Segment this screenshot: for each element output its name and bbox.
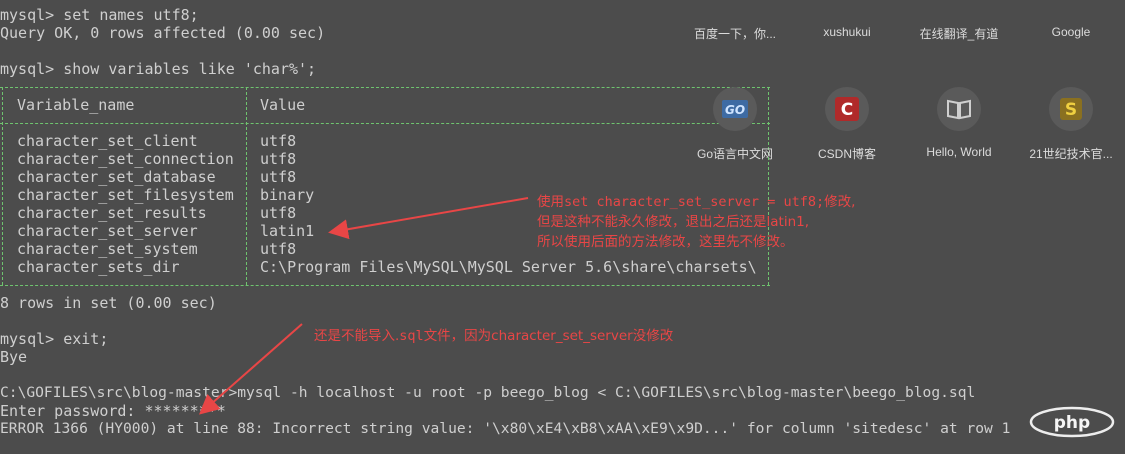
arrow-to-password bbox=[198, 323, 303, 415]
annotation-note-import-failed: 还是不能导入.sql文件，因为character_set_server没修改 bbox=[314, 326, 673, 346]
annotation-text: 还是不能导入. bbox=[314, 328, 400, 344]
annotation-text: 所以使用后面的方法修改，这里先不修改。 bbox=[537, 234, 794, 250]
annotation-text: 文件，因为character_set_server没修改 bbox=[423, 328, 674, 344]
annotation-code: sql bbox=[399, 328, 424, 344]
annotation-text: 但是这种不能永久修改，退出之后还是latin1, bbox=[537, 214, 810, 230]
annotation-note-set-server: 使用set character_set_server = utf8;修改, 但是… bbox=[537, 192, 855, 252]
php-logo-icon: php bbox=[1029, 406, 1115, 438]
annotation-text: 使用 bbox=[537, 194, 564, 210]
arrow-to-latin1 bbox=[328, 197, 529, 240]
watermark-text: php bbox=[1054, 413, 1090, 433]
annotation-text: 修改, bbox=[824, 194, 856, 210]
annotation-code: set character_set_server = utf8; bbox=[564, 194, 825, 210]
